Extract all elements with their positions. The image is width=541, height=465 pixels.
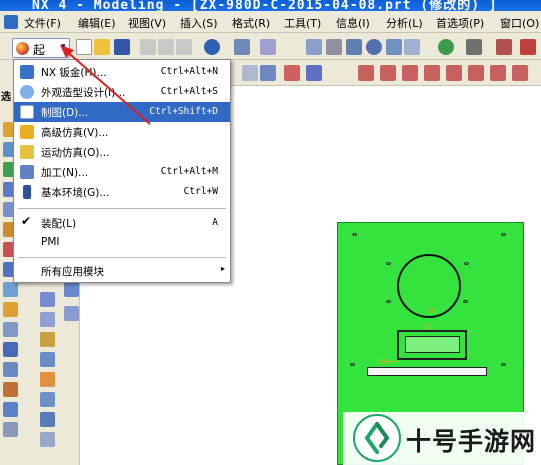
annotation-arrow-line: [63, 48, 151, 125]
watermark-logo-icon: [353, 414, 401, 462]
watermark-text: 十号手游网: [406, 427, 537, 456]
annotation-arrow: [60, 45, 151, 125]
watermark: 十号手游网: [343, 412, 541, 465]
